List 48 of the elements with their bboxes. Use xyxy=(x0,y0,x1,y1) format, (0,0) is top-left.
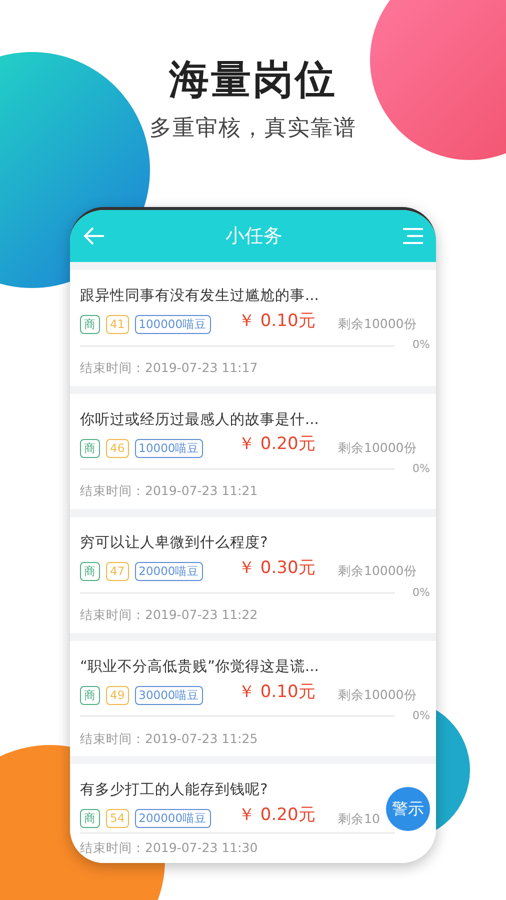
progress-percent: 0% xyxy=(412,584,430,601)
price-text: ￥ 0.20元 xyxy=(238,804,316,828)
task-tag: 54 xyxy=(106,809,129,828)
progress-percent: 0% xyxy=(412,337,430,354)
task-tag: 商 xyxy=(80,315,100,334)
task-tag: 10000喵豆 xyxy=(134,438,204,458)
remaining-count: 剩余10000份 xyxy=(338,686,418,704)
task-card[interactable]: 跟异性同事有没有发生过尴尬的事... 商 41 100000喵豆 ￥ 0.10元 剩余10000份 0% 结束时间：2019-07-23 11:17 xyxy=(70,270,436,386)
task-tag: 46 xyxy=(106,438,129,458)
task-tag: 20000喵豆 xyxy=(134,562,204,582)
end-time: 结束时间：2019-07-23 11:25 xyxy=(80,730,259,748)
price-text: ￥ 0.10元 xyxy=(238,680,316,704)
end-time: 结束时间：2019-07-23 11:17 xyxy=(80,358,259,377)
remaining-count: 剩余10000份 xyxy=(338,315,418,334)
progress-percent: 0% xyxy=(412,460,430,477)
screen-title: 小任务 xyxy=(226,224,282,249)
task-tag: 200000喵豆 xyxy=(134,809,211,828)
task-tag: 商 xyxy=(80,686,100,705)
task-card[interactable]: “职业不分高低贵贱”你觉得这是谎... 商 49 30000喵豆 ￥ 0.10元 剩余10000份 0% 结束时间：2019-07-23 11:25 xyxy=(70,640,436,756)
menu-icon[interactable] xyxy=(402,227,424,245)
progress-percent: 0% xyxy=(412,708,430,724)
task-title: 跟异性同事有没有发生过尴尬的事... xyxy=(80,287,320,306)
task-title: “职业不分高低贵贱”你觉得这是谎... xyxy=(80,658,320,677)
task-tag: 商 xyxy=(80,562,100,582)
task-tag: 商 xyxy=(80,809,100,828)
task-tag: 49 xyxy=(106,686,129,705)
price-text: ￥ 0.20元 xyxy=(238,433,316,456)
price-text: ￥ 0.30元 xyxy=(238,557,316,580)
remaining-count: 剩余10000份 xyxy=(338,562,418,580)
task-title: 穷可以让人卑微到什么程度? xyxy=(80,534,269,554)
task-tag: 商 xyxy=(80,438,100,458)
task-tag: 30000喵豆 xyxy=(134,686,204,705)
back-arrow-icon[interactable] xyxy=(82,226,106,246)
task-tag: 41 xyxy=(106,315,129,334)
task-title: 你听过或经历过最感人的故事是什... xyxy=(80,410,320,430)
hero-subtitle: 多重审核，真实靠谱 xyxy=(148,115,358,143)
task-tag: 47 xyxy=(106,562,129,582)
end-time: 结束时间：2019-07-23 11:30 xyxy=(80,838,259,857)
remaining-count: 剩余10 xyxy=(338,810,381,828)
end-time: 结束时间：2019-07-23 11:22 xyxy=(80,606,259,624)
task-tag: 100000喵豆 xyxy=(134,315,211,334)
task-card[interactable]: 穷可以让人卑微到什么程度? 商 47 20000喵豆 ￥ 0.30元 剩余10000份 0% 结束时间：2019-07-23 11:22 xyxy=(70,517,436,633)
remaining-count: 剩余10000份 xyxy=(338,438,418,457)
task-card[interactable]: 你听过或经历过最感人的故事是什... 商 46 10000喵豆 ￥ 0.20元 剩余10000份 0% 结束时间：2019-07-23 11:21 xyxy=(70,394,436,510)
price-text: ￥ 0.10元 xyxy=(238,310,316,333)
task-title: 有多少打工的人能存到钱呢? xyxy=(80,781,269,800)
end-time: 结束时间：2019-07-23 11:21 xyxy=(80,482,259,500)
hero-title: 海量岗位 xyxy=(168,56,338,104)
